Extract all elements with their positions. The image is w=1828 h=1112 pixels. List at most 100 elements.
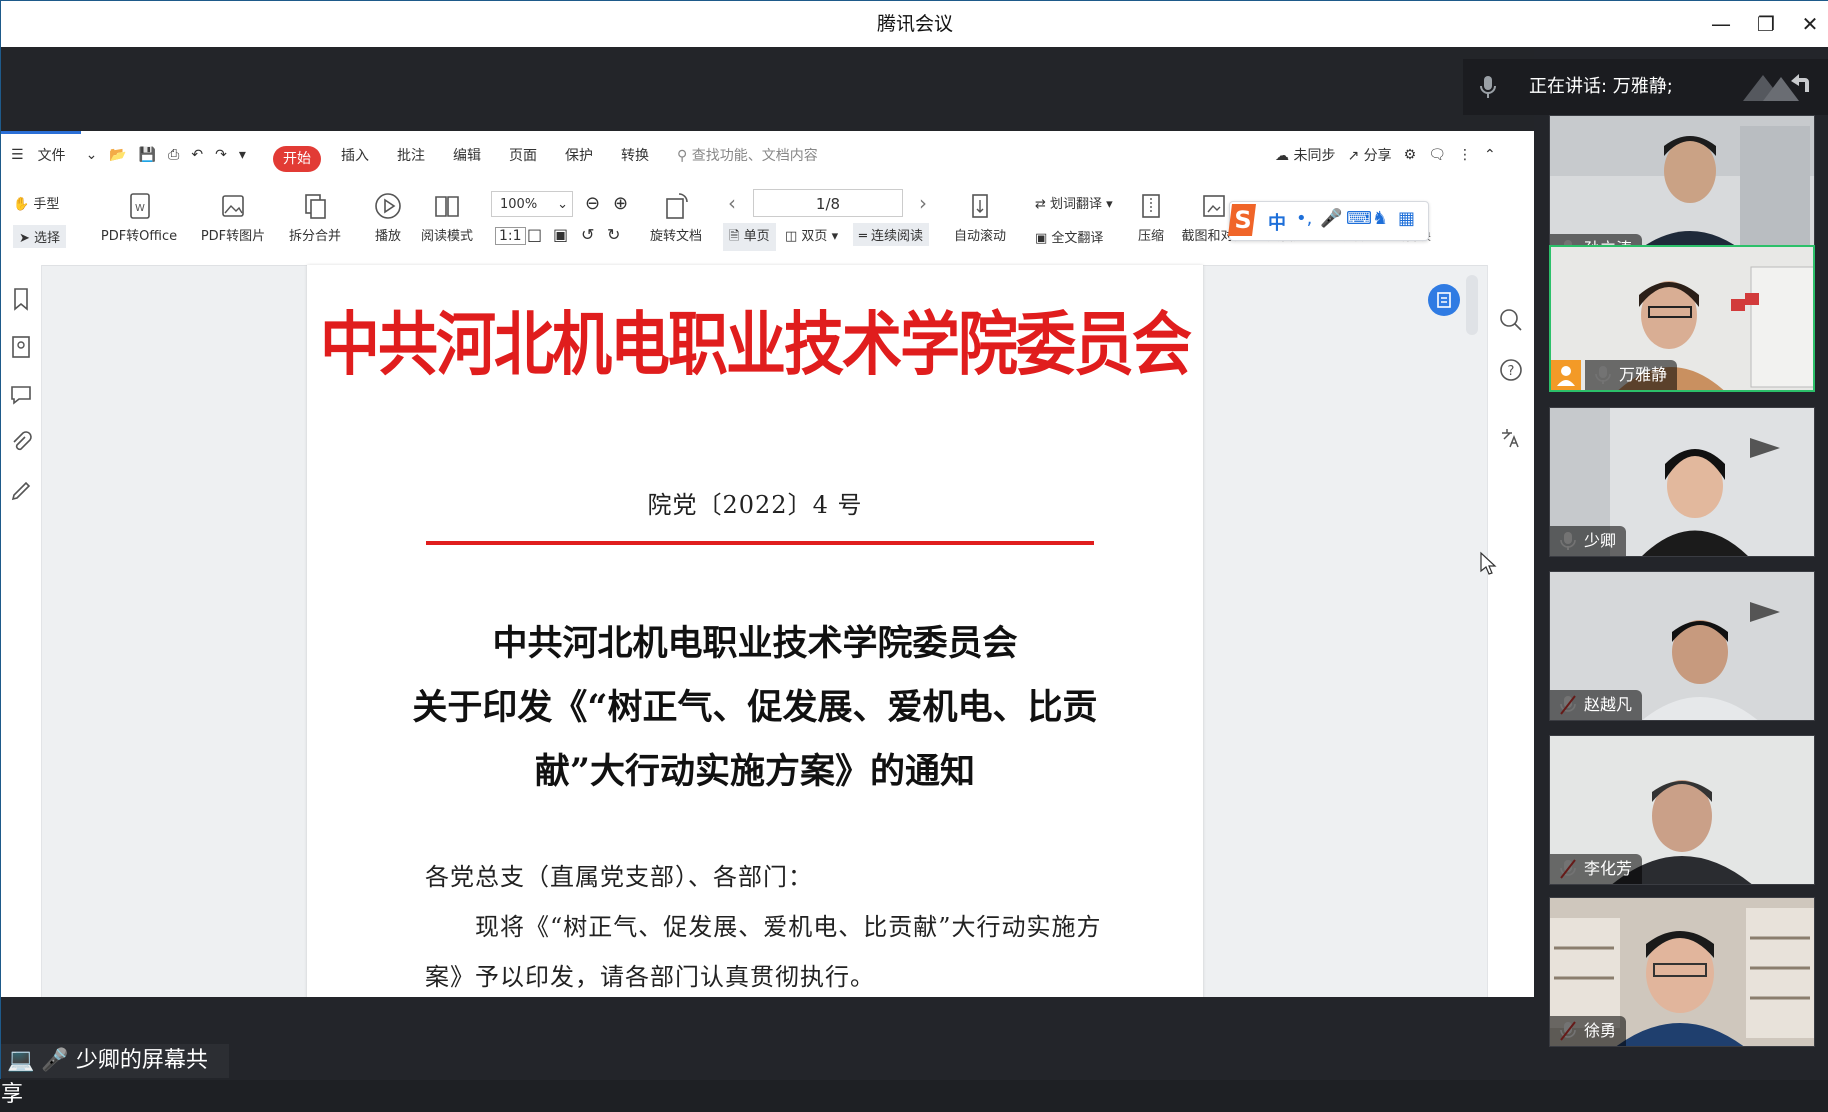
document-title-line-1: 中共河北机电职业技术学院委员会 (492, 623, 1018, 664)
single-page-label: 单页 (743, 229, 770, 244)
thumbnail-icon[interactable] (7, 333, 35, 361)
screen-share-label: 💻 🎤 少卿的屏幕共享 (1, 1044, 229, 1107)
back-arrow-icon[interactable] (1741, 69, 1811, 105)
print-icon[interactable]: ⎙ (162, 147, 185, 163)
screenshot-icon (1203, 195, 1225, 217)
search-box[interactable]: ⚲ 查找功能、文档内容 (663, 145, 832, 165)
pdf-toolbar: ☰ 文件 ⌄ 📂 💾 ⎙ ↶ ↷ ▾ 开始 插入 批注 编辑 页面 保护 转换 … (1, 131, 1534, 266)
menu-file[interactable]: 文件 (38, 145, 80, 165)
tab-page[interactable]: 页面 (495, 145, 551, 165)
skin-icon[interactable]: ♞ (1372, 208, 1388, 229)
play-button[interactable]: 播放 (367, 191, 409, 244)
select-label: 选择 (34, 231, 61, 246)
pdf-to-image-button[interactable]: PDF转图片 (197, 191, 269, 244)
restore-button[interactable]: ❐ (1751, 9, 1781, 39)
hand-tool[interactable]: ✋ 手型 (13, 193, 59, 212)
select-tool[interactable]: ➤ 选择 (13, 225, 67, 248)
rotate-document-button[interactable]: 旋转文档 (645, 191, 707, 244)
split-merge-icon (305, 194, 326, 219)
double-page-button[interactable]: ◫ 双页 ▾ (785, 225, 838, 244)
chevron-down-icon[interactable]: ⌄ (80, 147, 104, 163)
participant-tile[interactable]: 徐勇 (1549, 897, 1815, 1047)
mouse-cursor-icon (1480, 551, 1497, 575)
left-sidebar (1, 265, 42, 997)
actual-size-icon[interactable]: 1:1 (495, 227, 526, 245)
zoom-select[interactable]: 100% ⌄ (491, 191, 573, 217)
chevron-down-icon: ⌄ (557, 197, 568, 212)
fit-page-icon[interactable]: □ (527, 225, 542, 244)
tab-edit[interactable]: 编辑 (439, 145, 495, 165)
compress-label: 压缩 (1137, 229, 1164, 244)
open-folder-icon[interactable]: 📂 (103, 147, 132, 163)
help-icon[interactable]: ? (1498, 357, 1524, 383)
redo-icon[interactable]: ↷ (209, 147, 233, 163)
full-translate-button[interactable]: ▣ 全文翻译 (1035, 227, 1103, 246)
document-tool-icon (1437, 292, 1451, 308)
zoom-in-icon[interactable]: ⊕ (613, 193, 628, 214)
settings-icon[interactable]: ⚙ (1398, 147, 1423, 163)
prev-page-icon[interactable]: ‹ (728, 191, 736, 215)
document-title-line-3: 献”大行动实施方案》的通知 (534, 751, 976, 792)
participant-tile[interactable]: 孙立涛 (1549, 115, 1815, 265)
auto-scroll-icon (972, 194, 988, 218)
share-button[interactable]: ↗ 分享 (1341, 145, 1397, 165)
svg-text:?: ? (1508, 364, 1515, 379)
page-indicator[interactable]: 1/8 (753, 189, 903, 217)
attachment-icon[interactable] (7, 429, 35, 457)
bookmark-icon[interactable] (7, 285, 35, 313)
keyboard-icon[interactable]: ⌨ (1346, 208, 1372, 229)
save-icon[interactable]: 💾 (133, 147, 162, 163)
pdf-to-image-label: PDF转图片 (200, 229, 266, 244)
translate-icon[interactable] (1498, 425, 1524, 451)
split-merge-button[interactable]: 拆分合并 (279, 191, 351, 244)
sync-status[interactable]: ☁ 未同步 (1269, 145, 1341, 165)
tab-convert[interactable]: 转换 (607, 145, 663, 165)
participant-name: 徐勇 (1550, 1016, 1627, 1046)
pdf-to-office-button[interactable]: W PDF转Office (91, 191, 187, 244)
quick-access-icon[interactable]: ▾ (233, 147, 252, 163)
toolbox-icon[interactable]: ▦ (1398, 208, 1415, 229)
tab-annotate[interactable]: 批注 (383, 145, 439, 165)
participant-tile[interactable]: 少卿 (1549, 407, 1815, 557)
zoom-out-icon[interactable]: ⊖ (585, 193, 600, 214)
participant-tile[interactable]: 李化芳 (1549, 735, 1815, 885)
word-translate-button[interactable]: ⇄ 划词翻译 ▾ (1035, 193, 1113, 212)
svg-text:W: W (135, 203, 145, 214)
rotate-left-icon[interactable]: ↺ (581, 225, 594, 244)
undo-icon[interactable]: ↶ (185, 147, 209, 163)
tab-protect[interactable]: 保护 (551, 145, 607, 165)
close-button[interactable]: ✕ (1795, 9, 1825, 39)
search-text-icon[interactable] (1498, 307, 1524, 333)
hamburger-icon[interactable]: ☰ (7, 147, 38, 163)
minimize-button[interactable]: — (1706, 9, 1736, 39)
read-mode-button[interactable]: 阅读模式 (417, 191, 477, 244)
continuous-read-button[interactable]: ═ 连续阅读 (853, 223, 929, 246)
ime-language[interactable]: 中 (1268, 209, 1286, 235)
next-page-icon[interactable]: › (919, 191, 927, 215)
floating-tool-button[interactable] (1428, 284, 1460, 316)
comment-icon[interactable] (7, 381, 35, 409)
signature-icon[interactable] (7, 477, 35, 505)
zoom-value: 100% (500, 197, 538, 212)
tab-insert[interactable]: 插入 (327, 145, 383, 165)
share-label: 分享 (1363, 148, 1392, 164)
menu-row: ☰ 文件 ⌄ 📂 💾 ⎙ ↶ ↷ ▾ (7, 141, 252, 169)
more-icon[interactable]: ⋮ (1452, 147, 1478, 163)
collapse-icon[interactable]: ⌃ (1478, 147, 1502, 163)
participant-tile-active[interactable]: 万雅静 (1549, 245, 1815, 392)
scrollbar-thumb[interactable] (1466, 275, 1478, 335)
rotate-document-icon (666, 193, 688, 219)
participant-tile[interactable]: 赵越凡 (1549, 571, 1815, 721)
comment-icon[interactable]: 🗨 (1422, 147, 1452, 163)
compress-button[interactable]: 压缩 (1131, 191, 1171, 244)
participant-name: 李化芳 (1550, 854, 1643, 884)
punctuation-icon[interactable]: •, (1296, 208, 1312, 229)
auto-scroll-button[interactable]: 自动滚动 (945, 191, 1015, 244)
voice-input-icon[interactable]: 🎤 (1320, 208, 1342, 229)
rotate-right-icon[interactable]: ↻ (607, 225, 620, 244)
ime-toolbar[interactable]: S 中 •, 🎤 ⌨ ♞ ▦ (1228, 201, 1429, 241)
fit-width-icon[interactable]: ▣ (553, 225, 568, 244)
single-page-button[interactable]: 🗎 单页 (723, 223, 776, 251)
continuous-label: 连续阅读 (870, 229, 923, 244)
tab-start[interactable]: 开始 (273, 146, 321, 172)
